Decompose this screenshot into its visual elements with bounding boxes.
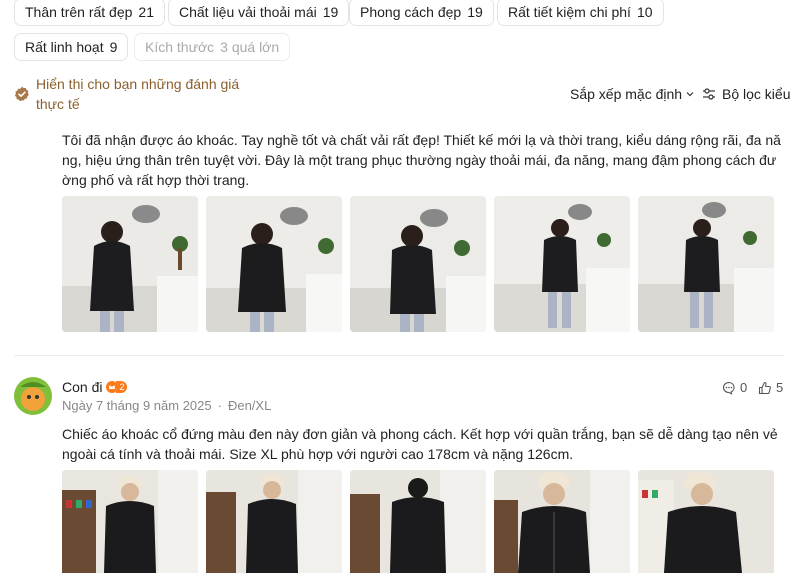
review-photo[interactable] (206, 196, 342, 332)
tag-chip[interactable]: Phong cách đẹp 19 (349, 0, 494, 26)
review-photo[interactable] (206, 470, 342, 573)
tag-chip[interactable]: Chất liệu vải thoải mái 19 (168, 0, 350, 26)
tag-label: Rất linh hoạt (25, 39, 104, 55)
filter-button[interactable]: Bộ lọc kiểu (702, 86, 790, 102)
sort-label: Sắp xếp mặc định (570, 86, 683, 102)
like-button[interactable]: 5 (758, 380, 783, 395)
review-variant: Đen/XL (227, 398, 272, 413)
tag-count: 19 (322, 4, 339, 20)
tag-chip-disabled: Kích thước 3 quá lớn (134, 33, 291, 61)
review-photo[interactable] (62, 470, 198, 573)
tag-count: 10 (636, 4, 653, 20)
tag-label: Kích thước (145, 39, 215, 55)
tag-label: Rất tiết kiệm chi phí (508, 4, 631, 20)
tag-count: 3 quá lớn (220, 39, 280, 55)
meta-separator: · (217, 398, 222, 413)
review-text: Chiếc áo khoác cổ đứng màu đen này đơn g… (62, 426, 778, 462)
review-photo[interactable] (638, 470, 774, 573)
review-date: Ngày 7 tháng 9 năm 2025 (62, 398, 212, 413)
tag-chip[interactable]: Thân trên rất đẹp 21 (14, 0, 165, 26)
tag-count: 9 (109, 39, 118, 55)
comment-icon (723, 381, 735, 395)
comment-button[interactable]: 0 (722, 380, 747, 395)
filter-label: Bộ lọc kiểu (722, 86, 791, 102)
tag-label: Chất liệu vải thoải mái (179, 4, 317, 20)
review-photo[interactable] (350, 196, 486, 332)
chevron-down-icon (686, 92, 694, 97)
avatar[interactable] (14, 377, 52, 415)
level-number: 2 (116, 381, 128, 393)
tag-label: Phong cách đẹp (360, 4, 462, 20)
trust-notice: Hiển thị cho bạn những đánh giá thực tế (14, 74, 264, 114)
like-count: 5 (776, 380, 784, 395)
verified-badge-icon (14, 86, 29, 102)
review-divider (14, 355, 784, 356)
tag-count: 21 (138, 4, 154, 20)
review-text: Tôi đã nhận được áo khoác. Tay nghề tốt … (62, 132, 781, 188)
sort-dropdown[interactable]: Sắp xếp mặc định (570, 86, 695, 102)
review-meta: Ngày 7 tháng 9 năm 2025 · Đen/XL (62, 398, 271, 413)
level-badge: 2 (106, 380, 128, 394)
review-photo[interactable] (638, 196, 774, 332)
tag-label: Thân trên rất đẹp (25, 4, 133, 20)
comment-count: 0 (740, 380, 748, 395)
tag-count: 19 (467, 4, 483, 20)
tag-chip[interactable]: Rất tiết kiệm chi phí 10 (497, 0, 664, 26)
tag-chip[interactable]: Rất linh hoạt 9 (14, 33, 129, 61)
review-photo[interactable] (494, 470, 630, 573)
filter-sliders-icon (703, 88, 715, 100)
reviewer-name: Con đi (62, 379, 103, 395)
thumbs-up-icon (758, 381, 771, 394)
review-photo[interactable] (350, 470, 486, 573)
trust-notice-text: Hiển thị cho bạn những đánh giá thực tế (36, 76, 240, 112)
review-photo[interactable] (494, 196, 630, 332)
reviewer-name-row: Con đi 2 (62, 379, 128, 395)
review-photo[interactable] (62, 196, 198, 332)
